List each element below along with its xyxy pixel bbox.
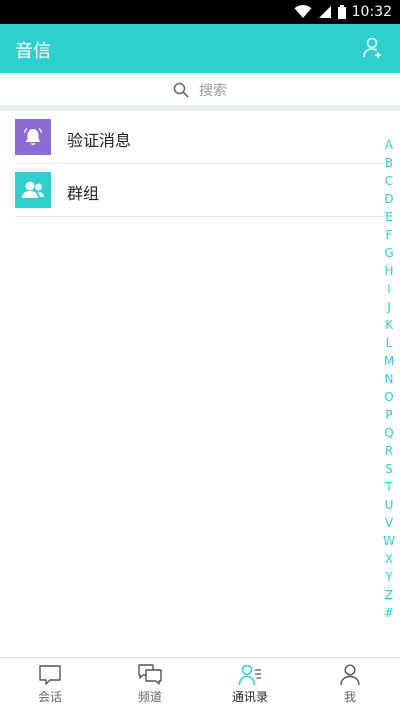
groups-icon-box (15, 172, 51, 208)
index-letter-j[interactable]: J (380, 298, 398, 316)
index-letter-e[interactable]: E (380, 208, 398, 226)
index-letter-w[interactable]: W (380, 532, 398, 550)
index-letter-x[interactable]: X (380, 550, 398, 568)
divider (15, 216, 385, 217)
signal-icon (318, 6, 331, 18)
status-time: 10:32 (351, 4, 392, 20)
index-letter-b[interactable]: B (380, 154, 398, 172)
status-bar: 10:32 (0, 0, 400, 24)
index-letter-a[interactable]: A (380, 136, 398, 154)
search-input[interactable]: 搜索 (0, 73, 400, 107)
contact-list: 验证消息 群组 (0, 111, 400, 217)
index-letter-s[interactable]: S (380, 460, 398, 478)
search-area: 搜索 (0, 73, 400, 107)
tab-label: 通讯录 (231, 690, 268, 704)
search-placeholder: 搜索 (199, 83, 227, 99)
index-letter-c[interactable]: C (380, 172, 398, 190)
index-letter-q[interactable]: Q (380, 424, 398, 442)
index-letter-y[interactable]: Y (380, 568, 398, 586)
tab-channels[interactable]: 频道 (100, 658, 200, 711)
add-contact-icon (363, 37, 381, 58)
index-letter-f[interactable]: F (380, 226, 398, 244)
list-item-label: 群组 (67, 184, 100, 203)
verification-icon-box (15, 119, 51, 155)
index-letter-h[interactable]: H (380, 262, 398, 280)
app-bar: 音信 (0, 24, 400, 73)
index-letter-t[interactable]: T (380, 478, 398, 496)
tab-label: 会话 (37, 690, 62, 704)
tab-chats[interactable]: 会话 (0, 658, 100, 711)
index-letter-l[interactable]: L (380, 334, 398, 352)
index-letter-hash[interactable]: # (380, 604, 398, 622)
tab-contacts[interactable]: 通讯录 (200, 658, 300, 711)
list-item-label: 验证消息 (67, 131, 132, 150)
index-letter-i[interactable]: I (380, 280, 398, 298)
wifi-icon (294, 5, 312, 18)
bell-icon (23, 128, 43, 145)
index-letter-p[interactable]: P (380, 406, 398, 424)
index-letter-z[interactable]: Z (380, 586, 398, 604)
index-letter-m[interactable]: M (380, 352, 398, 370)
index-letter-g[interactable]: G (380, 244, 398, 262)
index-letter-u[interactable]: U (380, 496, 398, 514)
app-title: 音信 (15, 41, 51, 62)
bottom-nav: 会话 频道 通讯录 我 (0, 657, 400, 711)
list-item-groups[interactable]: 群组 (0, 164, 400, 217)
tab-label: 我 (343, 690, 356, 704)
contacts-icon (238, 664, 261, 686)
channel-icon (138, 664, 162, 685)
status-icons: 10:32 (294, 0, 392, 24)
index-letter-k[interactable]: K (380, 316, 398, 334)
index-letter-d[interactable]: D (380, 190, 398, 208)
index-letter-v[interactable]: V (380, 514, 398, 532)
index-letter-o[interactable]: O (380, 388, 398, 406)
battery-icon (337, 5, 346, 19)
alphabet-index-bar[interactable]: A B C D E F G H I J K L M N O P Q R S T … (380, 136, 398, 622)
list-item-verification[interactable]: 验证消息 (0, 111, 400, 164)
index-letter-r[interactable]: R (380, 442, 398, 460)
tab-label: 频道 (137, 690, 162, 704)
tab-me[interactable]: 我 (300, 658, 400, 711)
add-contact-button[interactable] (362, 36, 386, 60)
group-icon (22, 181, 44, 198)
search-icon (173, 82, 189, 98)
chat-icon (39, 665, 61, 685)
index-letter-n[interactable]: N (380, 370, 398, 388)
profile-icon (340, 664, 360, 686)
